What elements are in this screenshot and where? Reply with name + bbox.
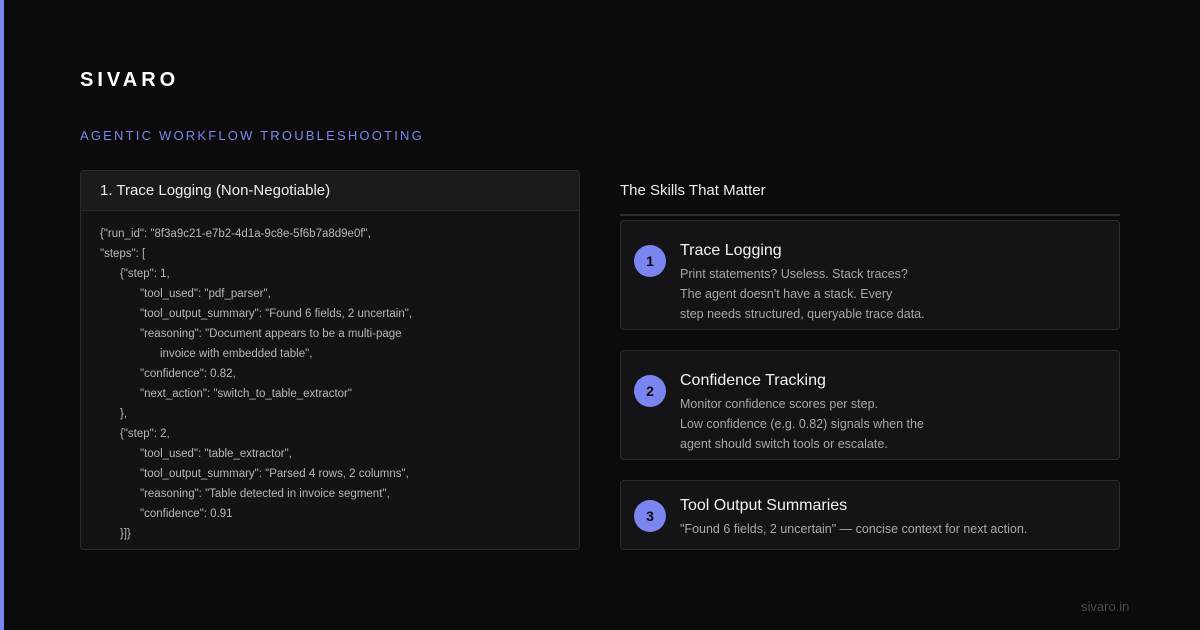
code-line: "confidence": 0.82, <box>140 368 236 380</box>
skill-card-tool-output-summaries: 3 Tool Output Summaries "Found 6 fields,… <box>620 480 1120 550</box>
step-number-badge: 3 <box>634 500 666 532</box>
code-line: "steps": [ <box>100 248 146 260</box>
code-line: }, <box>120 408 128 420</box>
skill-card-description: "Found 6 fields, 2 uncertain" — concise … <box>680 519 1027 539</box>
code-line: {"step": 1, <box>120 268 170 280</box>
skill-card-title: Confidence Tracking <box>680 372 826 389</box>
skill-card-confidence-tracking: 2 Confidence Tracking Monitor confidence… <box>620 350 1120 460</box>
code-block: {"run_id": "8f3a9c21-e7b2-4d1a-9c8e-5f6b… <box>81 211 579 544</box>
description-line: agent should switch tools or escalate. <box>680 437 888 451</box>
skill-card-description: Print statements? Useless. Stack traces?… <box>680 264 925 324</box>
step-number-badge: 2 <box>634 375 666 407</box>
code-line: "tool_output_summary": "Found 6 fields, … <box>140 308 413 320</box>
brand-logo: SIVARO <box>80 69 180 91</box>
description-line: step needs structured, queryable trace d… <box>680 307 925 321</box>
step-number-badge: 1 <box>634 245 666 277</box>
code-line: "reasoning": "Table detected in invoice … <box>140 488 390 500</box>
code-line: invoice with embedded table", <box>160 348 313 360</box>
footer-url: sivaro.in <box>1081 599 1130 614</box>
code-line: {"run_id": "8f3a9c21-e7b2-4d1a-9c8e-5f6b… <box>100 228 371 240</box>
skill-card-trace-logging: 1 Trace Logging Print statements? Useles… <box>620 220 1120 330</box>
skills-heading: The Skills That Matter <box>620 182 766 199</box>
divider <box>620 214 1120 216</box>
code-panel: 1. Trace Logging (Non-Negotiable) {"run_… <box>80 170 580 550</box>
description-line: Print statements? Useless. Stack traces? <box>680 267 908 281</box>
code-panel-title: 1. Trace Logging (Non-Negotiable) <box>81 171 579 211</box>
code-line: "tool_used": "table_extractor", <box>140 448 292 460</box>
code-line: {"step": 2, <box>120 428 170 440</box>
code-line: "confidence": 0.91 <box>140 508 233 520</box>
skill-card-title: Tool Output Summaries <box>680 497 848 514</box>
description-line: The agent doesn't have a stack. Every <box>680 287 893 301</box>
description-line: "Found 6 fields, 2 uncertain" — concise … <box>680 522 1028 536</box>
description-line: Monitor confidence scores per step. <box>680 397 879 411</box>
code-line: "tool_output_summary": "Parsed 4 rows, 2… <box>140 468 409 480</box>
code-line: "tool_used": "pdf_parser", <box>140 288 271 300</box>
description-line: Low confidence (e.g. 0.82) signals when … <box>680 417 924 431</box>
code-line: }]} <box>120 528 131 540</box>
left-accent-bar <box>0 0 4 630</box>
eyebrow-label: AGENTIC WORKFLOW TROUBLESHOOTING <box>80 128 424 143</box>
code-line: "next_action": "switch_to_table_extracto… <box>140 388 352 400</box>
code-line: "reasoning": "Document appears to be a m… <box>140 328 402 340</box>
skill-card-title: Trace Logging <box>680 242 782 259</box>
skill-card-description: Monitor confidence scores per step. Low … <box>680 394 924 454</box>
